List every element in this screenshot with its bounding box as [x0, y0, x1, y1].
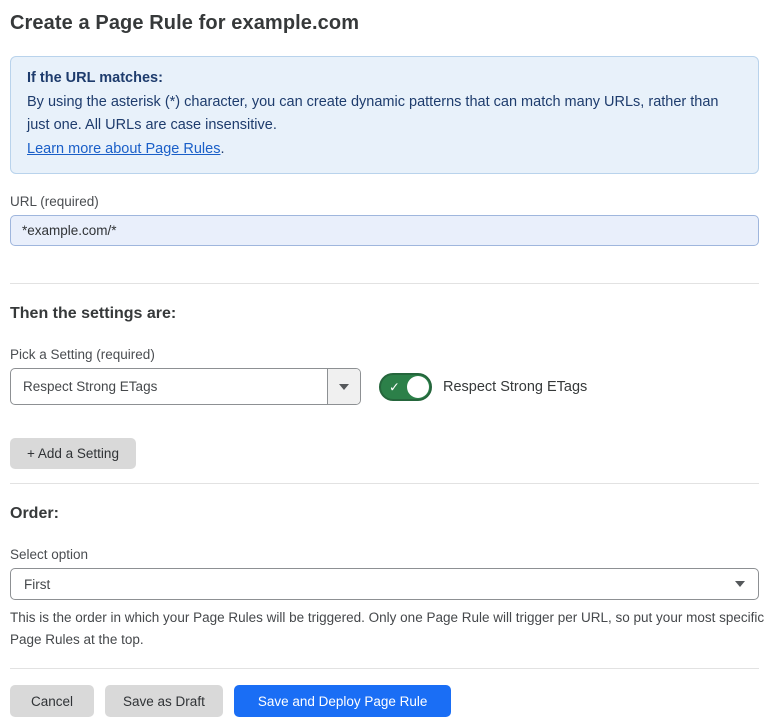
page-rule-form: Create a Page Rule for example.com If th…	[0, 0, 769, 717]
divider	[10, 483, 759, 484]
order-select-label: Select option	[10, 547, 759, 562]
setting-select-arrow-button[interactable]	[327, 369, 360, 404]
chevron-down-icon	[339, 384, 349, 390]
setting-picker-label: Pick a Setting (required)	[10, 347, 759, 362]
link-period: .	[220, 141, 224, 157]
divider	[10, 283, 759, 284]
save-as-draft-button[interactable]: Save as Draft	[105, 685, 223, 717]
form-actions: Cancel Save as Draft Save and Deploy Pag…	[10, 685, 759, 717]
info-box-heading: If the URL matches:	[27, 67, 742, 91]
settings-section-heading: Then the settings are:	[10, 305, 759, 323]
url-match-info-box: If the URL matches: By using the asteris…	[10, 56, 759, 174]
order-select-value: First	[24, 577, 50, 592]
page-title: Create a Page Rule for example.com	[10, 12, 759, 35]
url-field-label: URL (required)	[10, 194, 759, 209]
toggle-label: Respect Strong ETags	[443, 379, 587, 395]
info-box-body: By using the asterisk (*) character, you…	[27, 91, 742, 138]
check-icon: ✓	[389, 380, 400, 393]
setting-row: Respect Strong ETags ✓ Respect Strong ET…	[10, 368, 759, 405]
respect-strong-etags-toggle[interactable]: ✓	[379, 373, 432, 401]
order-section-heading: Order:	[10, 505, 759, 523]
order-select[interactable]: First	[10, 568, 759, 600]
cancel-button[interactable]: Cancel	[10, 685, 94, 717]
save-and-deploy-button[interactable]: Save and Deploy Page Rule	[234, 685, 452, 717]
learn-more-link[interactable]: Learn more about Page Rules	[27, 141, 220, 157]
order-help-text: This is the order in which your Page Rul…	[10, 607, 765, 651]
setting-toggle-group: ✓ Respect Strong ETags	[379, 373, 587, 401]
setting-select-value: Respect Strong ETags	[11, 369, 327, 404]
add-setting-button[interactable]: + Add a Setting	[10, 438, 136, 469]
toggle-knob	[407, 376, 429, 398]
info-box-link-line: Learn more about Page Rules.	[27, 138, 742, 162]
divider	[10, 668, 759, 669]
url-input[interactable]	[10, 215, 759, 246]
chevron-down-icon	[735, 581, 745, 587]
setting-select[interactable]: Respect Strong ETags	[10, 368, 361, 405]
